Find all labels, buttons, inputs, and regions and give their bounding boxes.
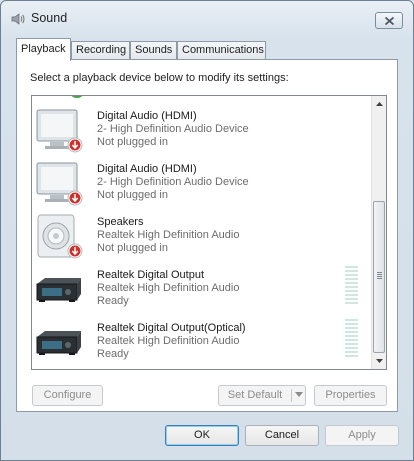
monitor-icon <box>36 162 83 206</box>
unplugged-arrow-icon <box>67 190 83 206</box>
device-description: Realtek High Definition Audio <box>97 229 240 241</box>
device-name: Digital Audio (HDMI) <box>97 163 197 175</box>
device-description: Realtek High Definition Audio <box>97 335 240 347</box>
scroll-up-button[interactable] <box>372 96 386 112</box>
device-status: Not plugged in <box>97 189 168 201</box>
tab-sounds[interactable]: Sounds <box>130 41 177 60</box>
device-status: Ready <box>97 348 129 360</box>
device-description: 2- High Definition Audio Device <box>97 123 249 135</box>
instruction-text: Select a playback device below to modify… <box>30 72 289 84</box>
list-item-device-hdmi-1[interactable]: Digital Audio (HDMI) 2- High Definition … <box>32 103 370 156</box>
list-item-device-hdmi-2[interactable]: Digital Audio (HDMI) 2- High Definition … <box>32 156 370 209</box>
split-divider <box>291 389 292 402</box>
scroll-down-button[interactable] <box>372 353 386 369</box>
unplugged-arrow-icon <box>67 243 83 259</box>
chevron-up-icon <box>376 102 383 106</box>
sound-dialog: Sound Playback Recording Sounds Communic… <box>0 0 414 461</box>
device-name: Speakers <box>97 216 144 228</box>
unplugged-arrow-icon <box>67 137 83 153</box>
device-status: Ready <box>97 295 129 307</box>
playback-panel: Select a playback device below to modify… <box>16 59 398 412</box>
list-item-device-digital-output[interactable]: Realtek Digital Output Realtek High Defi… <box>32 262 370 315</box>
tab-recording[interactable]: Recording <box>71 41 130 60</box>
set-default-split-button[interactable]: Set Default <box>218 385 306 406</box>
device-name: Realtek Digital Output <box>97 269 204 281</box>
device-status: Not plugged in <box>97 136 168 148</box>
chevron-down-icon <box>376 359 383 363</box>
device-description: Realtek High Definition Audio <box>97 282 240 294</box>
scroll-grip-icon <box>377 272 382 280</box>
sound-app-icon <box>11 13 25 25</box>
device-name: Digital Audio (HDMI) <box>97 110 197 122</box>
digital-output-device-icon <box>36 331 81 355</box>
close-button[interactable] <box>375 12 403 29</box>
list-item-device-speakers[interactable]: Speakers Realtek High Definition Audio N… <box>32 209 370 262</box>
title-bar: Sound <box>1 1 413 35</box>
close-icon <box>384 16 395 26</box>
playback-device-list[interactable]: Digital Audio (HDMI) 2- High Definition … <box>31 95 387 370</box>
set-default-button[interactable]: Set Default <box>219 386 291 405</box>
tab-playback[interactable]: Playback <box>16 38 71 61</box>
device-name: Realtek Digital Output(Optical) <box>97 322 246 334</box>
properties-button[interactable]: Properties <box>314 385 387 406</box>
list-item-device-digital-output-optical[interactable]: Realtek Digital Output(Optical) Realtek … <box>32 315 370 368</box>
window-title: Sound <box>31 11 68 25</box>
vertical-scrollbar[interactable] <box>371 96 386 369</box>
monitor-icon <box>36 109 83 153</box>
device-description: 2- High Definition Audio Device <box>97 176 249 188</box>
volume-level-meter <box>345 266 358 306</box>
apply-button[interactable]: Apply <box>325 425 399 446</box>
scroll-thumb[interactable] <box>373 201 385 353</box>
configure-button[interactable]: Configure <box>32 385 103 406</box>
default-device-check-icon <box>71 96 83 98</box>
ok-button[interactable]: OK <box>165 425 239 446</box>
tab-communications[interactable]: Communications <box>177 41 266 60</box>
tab-strip: Playback Recording Sounds Communications <box>16 38 396 61</box>
chevron-down-icon[interactable] <box>295 392 303 398</box>
volume-level-meter <box>345 319 358 359</box>
speaker-icon <box>37 214 83 259</box>
cancel-button[interactable]: Cancel <box>245 425 319 446</box>
digital-output-device-icon <box>36 278 81 302</box>
device-status: Not plugged in <box>97 242 168 254</box>
